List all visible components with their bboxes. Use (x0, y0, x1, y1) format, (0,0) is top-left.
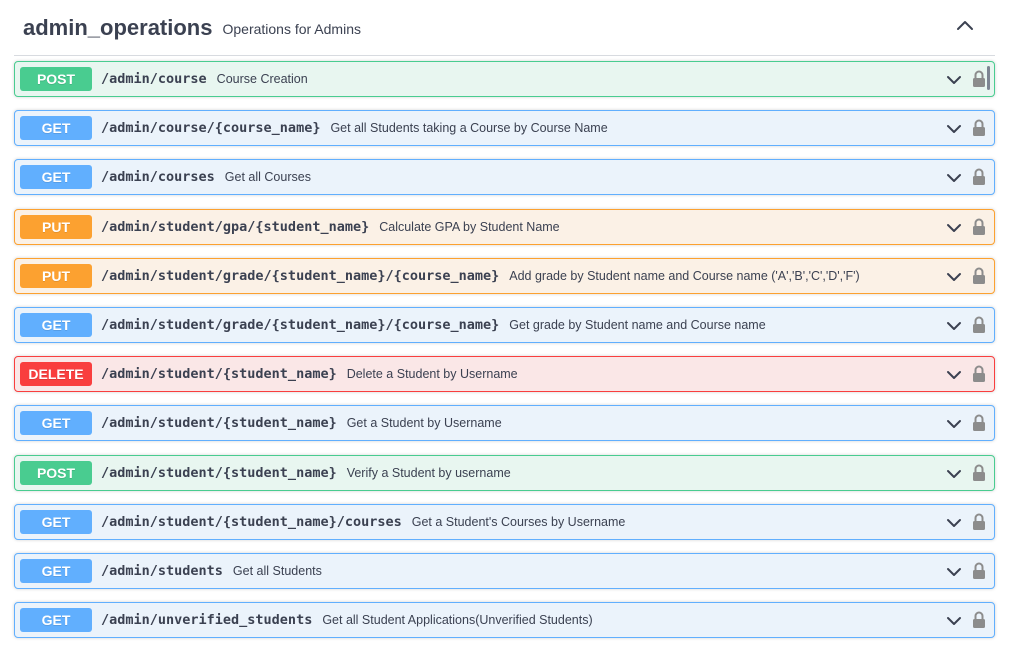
chevron-down-icon[interactable] (946, 367, 962, 383)
operation-path[interactable]: /admin/students (101, 563, 223, 579)
chevron-down-icon[interactable] (946, 515, 962, 531)
operation-path[interactable]: /admin/student/{student_name}/courses (101, 514, 402, 530)
operation-path[interactable]: /admin/course/{course_name} (101, 120, 320, 136)
lock-icon[interactable] (972, 513, 986, 531)
method-badge: PUT (20, 214, 92, 239)
method-badge: GET (20, 558, 92, 583)
lock-icon[interactable] (972, 464, 986, 482)
lock-icon[interactable] (972, 119, 986, 137)
lock-icon[interactable] (972, 562, 986, 580)
operation-summary: Get all Students taking a Course by Cour… (330, 121, 608, 136)
operation-summary: Get all Student Applications(Unverified … (322, 613, 593, 628)
operation-summary: Add grade by Student name and Course nam… (509, 268, 860, 283)
operation-path[interactable]: /admin/unverified_students (101, 612, 312, 628)
operation-summary: Delete a Student by Username (346, 367, 518, 382)
chevron-down-icon[interactable] (946, 220, 962, 236)
operation-summary: Calculate GPA by Student Name (379, 219, 560, 234)
operation-summary: Verify a Student by username (346, 465, 511, 480)
operation-row-get[interactable]: GET/admin/student/{student_name}/courses… (14, 503, 995, 540)
lock-icon[interactable] (972, 267, 986, 285)
lock-icon[interactable] (972, 414, 986, 432)
operation-row-get[interactable]: GET/admin/students Get all Students (14, 552, 995, 589)
method-badge: GET (20, 116, 92, 141)
operation-path[interactable]: /admin/courses (101, 169, 215, 185)
chevron-down-icon[interactable] (946, 121, 962, 137)
operation-summary: Get grade by Student name and Course nam… (509, 317, 766, 332)
chevron-down-icon[interactable] (946, 318, 962, 334)
tag-title: admin_operations (23, 14, 213, 40)
operation-row-delete[interactable]: DELETE/admin/student/{student_name} Delet… (14, 356, 995, 393)
method-badge: POST (20, 460, 92, 485)
chevron-down-icon[interactable] (946, 613, 962, 629)
operation-path[interactable]: /admin/student/{student_name} (101, 465, 337, 481)
method-badge: PUT (20, 263, 92, 288)
tag-description: Operations for Admins (222, 20, 361, 37)
operation-summary: Course Creation (216, 72, 308, 86)
operation-path[interactable]: /admin/student/grade/{student_name}/{cou… (101, 268, 499, 284)
chevron-down-icon[interactable] (946, 72, 962, 88)
chevron-down-icon[interactable] (946, 564, 962, 580)
operation-path[interactable]: /admin/student/{student_name} (101, 415, 337, 431)
operation-row-get[interactable]: GET/admin/courses Get all Courses (14, 159, 995, 196)
operation-row-put[interactable]: PUT/admin/student/gpa/{student_name} Calc… (14, 208, 995, 245)
method-badge: POST (20, 67, 92, 91)
method-badge: GET (20, 608, 92, 633)
method-badge: GET (20, 509, 92, 534)
operation-path[interactable]: /admin/student/gpa/{student_name} (101, 219, 369, 235)
operation-row-get[interactable]: GET/admin/student/{student_name} Get a St… (14, 405, 995, 442)
operation-row-post[interactable]: POST/admin/student/{student_name} Verify … (14, 454, 995, 491)
chevron-down-icon[interactable] (946, 466, 962, 482)
operation-path[interactable]: /admin/course (101, 71, 207, 87)
operation-path[interactable]: /admin/student/grade/{student_name}/{cou… (101, 317, 499, 333)
chevron-down-icon[interactable] (946, 416, 962, 432)
operation-summary: Get a Student by Username (346, 416, 502, 431)
operation-row-put[interactable]: PUT/admin/student/grade/{student_name}/{… (14, 257, 995, 294)
lock-icon[interactable] (972, 168, 986, 186)
operation-row-post[interactable]: POST/admin/course Course Creation (14, 61, 995, 97)
method-badge: DELETE (20, 362, 92, 387)
scroll-handle[interactable] (987, 66, 990, 90)
operation-row-get[interactable]: GET/admin/student/grade/{student_name}/{… (14, 306, 995, 343)
operation-summary: Get all Students (232, 563, 322, 578)
lock-icon[interactable] (972, 316, 986, 334)
operation-path[interactable]: /admin/student/{student_name} (101, 366, 337, 382)
chevron-up-icon[interactable] (955, 16, 975, 36)
operation-row-get[interactable]: GET/admin/unverified_students Get all Stu… (14, 602, 995, 639)
lock-icon[interactable] (972, 611, 986, 629)
chevron-down-icon[interactable] (946, 170, 962, 186)
operation-row-get[interactable]: GET/admin/course/{course_name} Get all St… (14, 110, 995, 147)
lock-icon[interactable] (972, 218, 986, 236)
method-badge: GET (20, 411, 92, 436)
operation-summary: Get all Courses (224, 170, 311, 185)
method-badge: GET (20, 165, 92, 190)
operations-list: POST/admin/course Course Creation GET/admi… (14, 61, 995, 651)
chevron-down-icon[interactable] (946, 269, 962, 285)
method-badge: GET (20, 312, 92, 337)
lock-icon[interactable] (972, 365, 986, 383)
tag-header[interactable]: admin_operations Operations for Admins (14, 0, 995, 56)
lock-icon[interactable] (972, 70, 986, 88)
operation-summary: Get a Student's Courses by Username (411, 514, 626, 529)
